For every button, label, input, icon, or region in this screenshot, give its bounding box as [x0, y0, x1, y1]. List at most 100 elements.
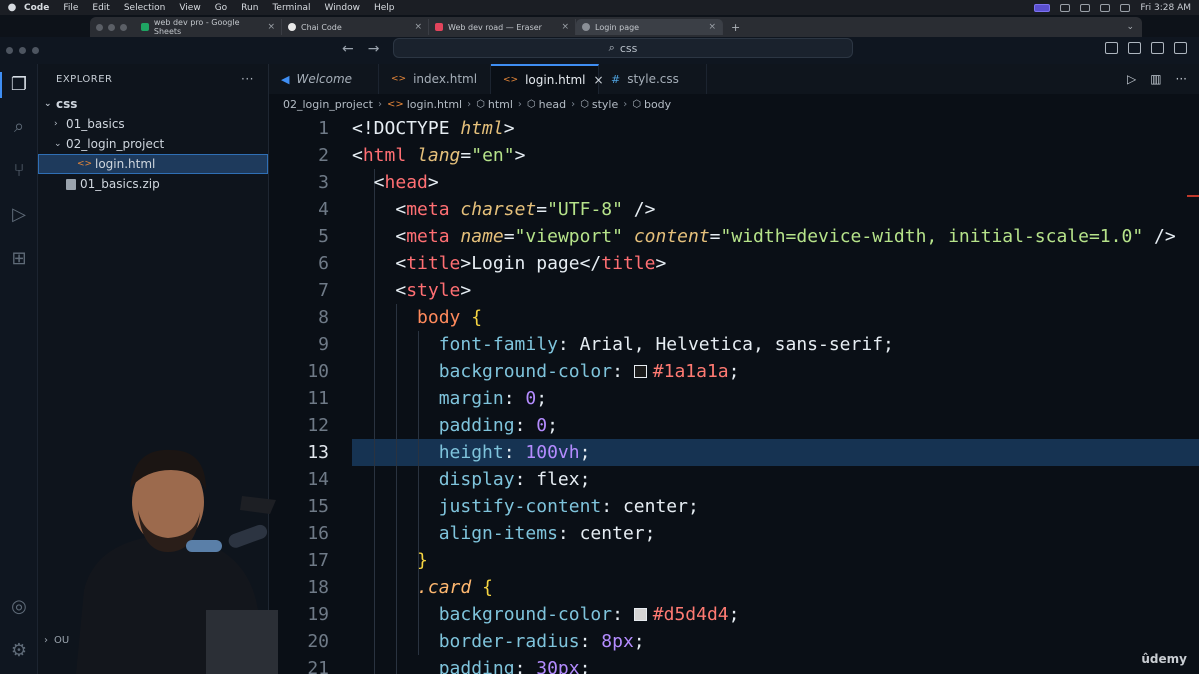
focus-icon[interactable]	[1060, 3, 1071, 12]
vscode-zoom-button[interactable]	[32, 47, 39, 54]
extensions-icon[interactable]: ⊞	[8, 248, 30, 270]
screen-record-icon[interactable]	[1034, 3, 1051, 12]
menubar-clock[interactable]: Fri 3:28 AM	[1140, 3, 1191, 13]
settings-gear-icon[interactable]: ⚙	[8, 640, 30, 662]
run-debug-icon[interactable]: ▷	[8, 204, 30, 226]
menu-code[interactable]: Code	[24, 3, 49, 13]
code-token: {	[471, 307, 483, 328]
menu-edit[interactable]: Edit	[92, 3, 109, 13]
menu-file[interactable]: File	[63, 3, 78, 13]
account-icon[interactable]: ◎	[8, 596, 30, 618]
code-token: >	[655, 253, 667, 274]
command-center-search[interactable]: ⌕ css	[393, 38, 853, 58]
tree-item[interactable]: ⌄ 02_login_project	[38, 134, 268, 154]
code-line[interactable]: background-color: #d5d4d4;	[352, 601, 1199, 628]
code-line[interactable]: }	[352, 547, 1199, 574]
close-tab-icon[interactable]: ×	[561, 22, 569, 32]
search-icon[interactable]: ⌕	[8, 116, 30, 138]
editor-tab[interactable]: ◀ Welcome	[269, 64, 379, 94]
zoom-window-button[interactable]	[120, 23, 127, 31]
browser-tab-login-page[interactable]: Login page ×	[576, 19, 723, 35]
close-tab-icon[interactable]: ×	[708, 22, 716, 32]
source-control-icon[interactable]: ⑂	[8, 160, 30, 182]
code-line[interactable]: body {	[352, 304, 1199, 331]
tab-list-chevron-icon[interactable]: ⌄	[1126, 22, 1134, 32]
code-line[interactable]: border-radius: 8px;	[352, 628, 1199, 655]
code-token: 30px	[536, 658, 580, 674]
browser-tab-strip: web dev pro - Google Sheets × Chai Code …	[90, 17, 1142, 37]
browser-tab-eraser[interactable]: Web dev road — Eraser ×	[429, 19, 576, 35]
toggle-primary-sidebar-icon[interactable]	[1105, 42, 1118, 54]
code-line[interactable]: padding: 0;	[352, 412, 1199, 439]
back-arrow-icon[interactable]: ←	[342, 41, 354, 57]
code-token: align-items	[438, 523, 558, 544]
code-line[interactable]: .card {	[352, 574, 1199, 601]
editor-tab[interactable]: <> login.html ×	[491, 64, 604, 94]
breadcrumb-item[interactable]: login.html	[407, 98, 462, 111]
code-token: >	[427, 172, 439, 193]
code-line[interactable]: <!DOCTYPE html>	[352, 115, 1199, 142]
line-number: 11	[307, 388, 329, 409]
code-line[interactable]: background-color: #1a1a1a;	[352, 358, 1199, 385]
code-line[interactable]: padding: 30px;	[352, 655, 1199, 674]
vscode-close-button[interactable]	[6, 47, 13, 54]
close-tab-icon[interactable]: ×	[267, 22, 275, 32]
vscode-minimize-button[interactable]	[19, 47, 26, 54]
menu-selection[interactable]: Selection	[124, 3, 165, 13]
control-center-icon[interactable]	[1120, 3, 1131, 12]
editor-tab[interactable]: # style.css	[599, 64, 707, 94]
code-line[interactable]: <style>	[352, 277, 1199, 304]
code-line[interactable]: font-family: Arial, Helvetica, sans-seri…	[352, 331, 1199, 358]
breadcrumb-item[interactable]: head	[539, 98, 566, 111]
toggle-secondary-sidebar-icon[interactable]	[1151, 42, 1164, 54]
run-icon[interactable]: ▷	[1127, 72, 1136, 86]
split-editor-icon[interactable]: ▥	[1150, 72, 1161, 86]
code-line[interactable]: justify-content: center;	[352, 493, 1199, 520]
menu-window[interactable]: Window	[324, 3, 360, 13]
menu-terminal[interactable]: Terminal	[272, 3, 310, 13]
tree-item[interactable]: <> login.html	[38, 154, 268, 174]
code-line[interactable]: <title>Login page</title>	[352, 250, 1199, 277]
menu-view[interactable]: View	[179, 3, 200, 13]
code-line[interactable]: <html lang="en">	[352, 142, 1199, 169]
toggle-panel-icon[interactable]	[1128, 42, 1141, 54]
tree-item[interactable]: ⌄ css	[38, 94, 268, 114]
customize-layout-icon[interactable]	[1174, 42, 1187, 54]
close-tab-icon[interactable]: ×	[414, 22, 422, 32]
code-line[interactable]: align-items: center;	[352, 520, 1199, 547]
new-tab-icon[interactable]: +	[731, 21, 740, 34]
code-lines[interactable]: <!DOCTYPE html> <html lang="en"> <head> <…	[352, 115, 1199, 674]
tree-item[interactable]: 01_basics.zip	[38, 174, 268, 194]
code-line[interactable]: <head>	[352, 169, 1199, 196]
globe-favicon-icon	[582, 23, 590, 31]
close-window-button[interactable]	[96, 23, 103, 31]
browser-tab-sheets[interactable]: web dev pro - Google Sheets ×	[135, 18, 282, 36]
code-line[interactable]: height: 100vh;	[352, 439, 1199, 466]
menu-help[interactable]: Help	[374, 3, 395, 13]
code-editor[interactable]: 1 2 3 4 5 6 7 8 9 10 11 12 13 14 15 16 17 18 19 20 21 <!DOCT…	[269, 115, 1199, 674]
code-token: >	[514, 145, 526, 166]
breadcrumb-item[interactable]: html	[488, 98, 513, 111]
menu-run[interactable]: Run	[241, 3, 258, 13]
wifi-icon[interactable]	[1100, 3, 1111, 12]
editor-tab[interactable]: <> index.html	[379, 64, 491, 94]
breadcrumb-item[interactable]: style	[592, 98, 618, 111]
menu-go[interactable]: Go	[215, 3, 227, 13]
forward-arrow-icon[interactable]: →	[368, 41, 380, 57]
breadcrumb-item[interactable]: 02_login_project	[283, 98, 373, 111]
browser-tab-chaicode[interactable]: Chai Code ×	[282, 19, 429, 35]
symbol-icon: ⬡	[476, 99, 485, 110]
explorer-icon[interactable]: ❐	[8, 74, 30, 96]
more-actions-icon[interactable]: ···	[241, 72, 254, 86]
tree-item[interactable]: › 01_basics	[38, 114, 268, 134]
battery-icon[interactable]	[1080, 3, 1091, 12]
breadcrumb-separator-icon: ›	[467, 99, 472, 110]
code-line[interactable]: <meta charset="UTF-8" />	[352, 196, 1199, 223]
apple-icon[interactable]: ●	[0, 2, 24, 13]
code-line[interactable]: display: flex;	[352, 466, 1199, 493]
code-line[interactable]: <meta name="viewport" content="width=dev…	[352, 223, 1199, 250]
more-actions-icon[interactable]: ···	[1176, 72, 1187, 86]
minimize-window-button[interactable]	[108, 23, 115, 31]
breadcrumb-item[interactable]: body	[644, 98, 671, 111]
code-line[interactable]: margin: 0;	[352, 385, 1199, 412]
